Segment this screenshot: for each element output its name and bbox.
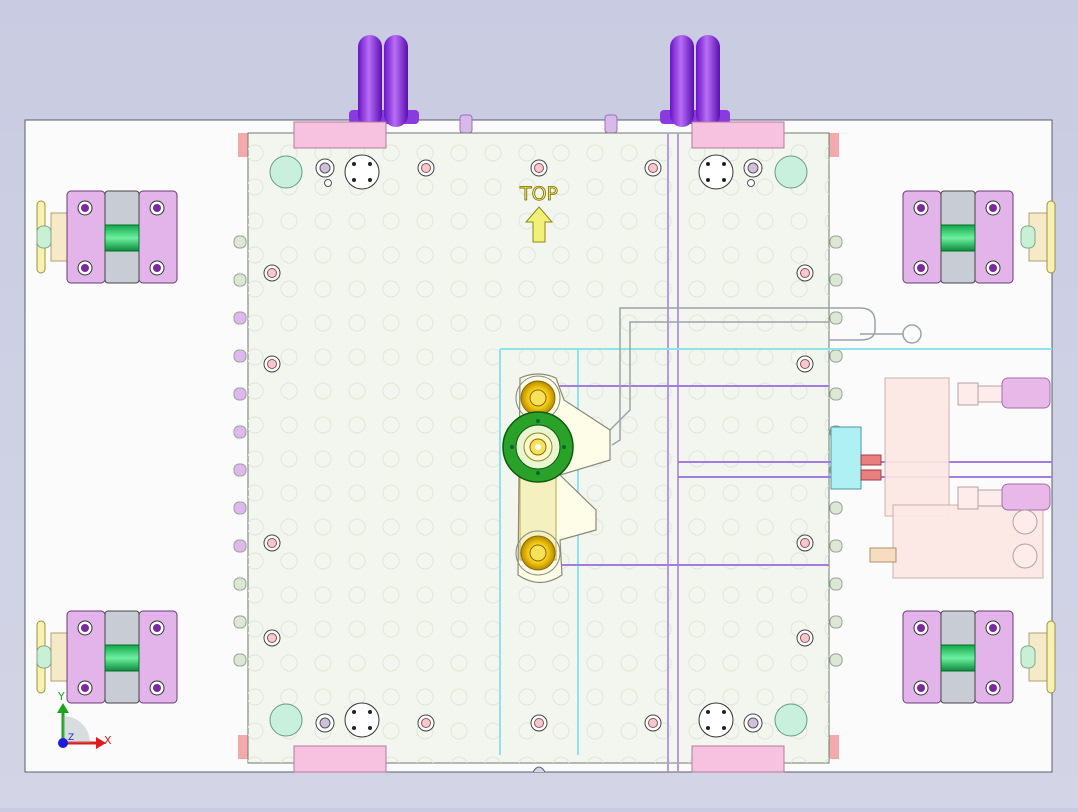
- corner-tab: [238, 735, 248, 759]
- top-pin-right: [604, 114, 618, 134]
- cap-screw: [698, 702, 734, 738]
- ejector-bore: [315, 158, 335, 178]
- axis-x-label: X: [104, 734, 112, 747]
- dowel-pin: [644, 714, 662, 732]
- dowel-pin: [530, 159, 548, 177]
- cap-screw: [344, 154, 380, 190]
- dowel-pin: [796, 534, 814, 552]
- dowel-pin: [796, 629, 814, 647]
- dowel-pin: [796, 355, 814, 373]
- guide-block-bottom-left: [293, 745, 387, 773]
- axis-y-label: Y: [57, 690, 65, 703]
- cooling-hose-left[interactable]: [349, 35, 419, 127]
- dowel-pin: [417, 714, 435, 732]
- corner-tab: [829, 735, 839, 759]
- guide-block-top-left: [293, 121, 387, 149]
- dowel-pin: [263, 534, 281, 552]
- ejector-bore: [743, 713, 763, 733]
- dowel-pin: [263, 355, 281, 373]
- cap-screw: [344, 702, 380, 738]
- corner-tab: [829, 133, 839, 157]
- cap-screw: [698, 154, 734, 190]
- dowel-pin: [530, 714, 548, 732]
- top-pin-left: [459, 114, 473, 134]
- ejector-bore: [743, 158, 763, 178]
- guide-block-top-right: [691, 121, 785, 149]
- dowel-pin: [263, 264, 281, 282]
- dowel-pin: [417, 159, 435, 177]
- ejector-bore: [315, 713, 335, 733]
- dowel-pin: [796, 264, 814, 282]
- dowel-pin: [263, 629, 281, 647]
- axis-z-label: Z: [68, 733, 74, 743]
- cad-viewport[interactable]: TOP X Y Z: [0, 0, 1078, 808]
- cooling-hose-right[interactable]: [660, 35, 730, 127]
- dowel-pin: [644, 159, 662, 177]
- top-label: TOP: [519, 183, 558, 205]
- guide-block-bottom-right: [691, 745, 785, 773]
- corner-tab: [238, 133, 248, 157]
